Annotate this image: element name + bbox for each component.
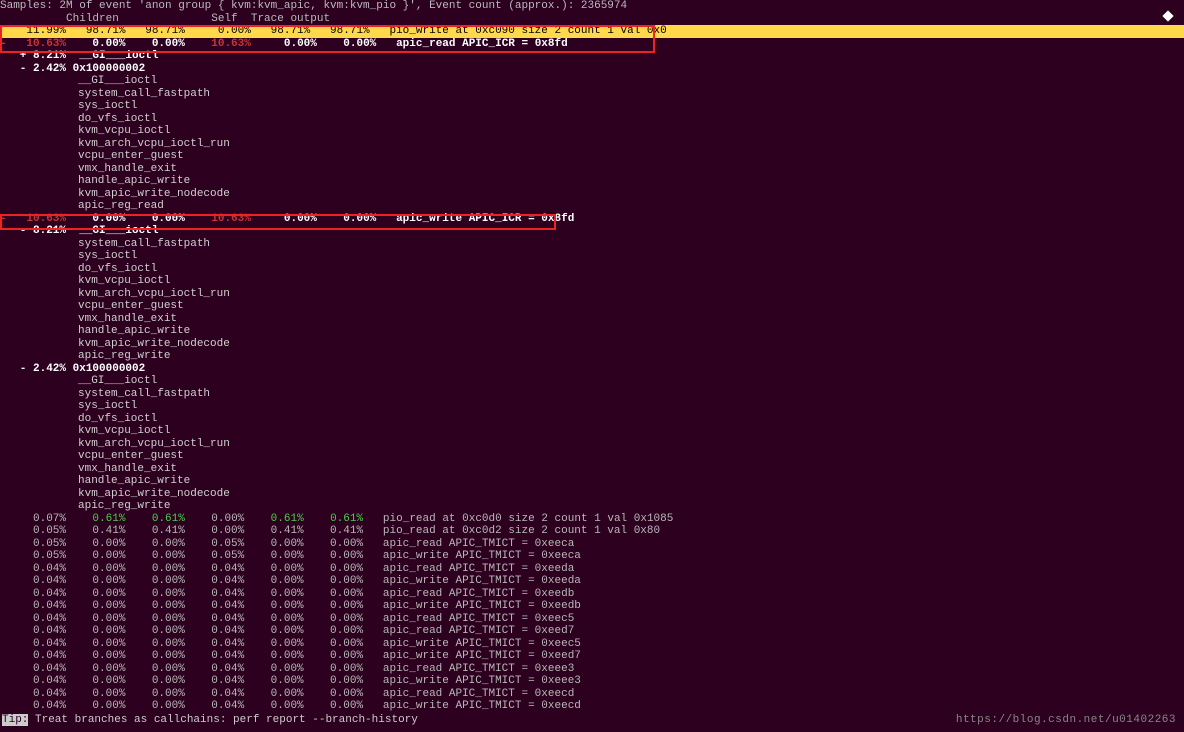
table-row[interactable]: 0.04% 0.00% 0.00% 0.04% 0.00% 0.00% apic…: [0, 675, 1184, 688]
header-samples: Samples: 2M of event 'anon group { kvm:k…: [0, 0, 1184, 13]
callchain-item[interactable]: do_vfs_ioctl: [0, 413, 1184, 426]
table-row[interactable]: 0.05% 0.00% 0.00% 0.05% 0.00% 0.00% apic…: [0, 538, 1184, 551]
callchain-item[interactable]: apic_reg_write: [0, 500, 1184, 513]
watermark: https://blog.csdn.net/u01402263: [956, 714, 1176, 726]
table-row[interactable]: 0.05% 0.41% 0.41% 0.00% 0.41% 0.41% pio_…: [0, 525, 1184, 538]
callchain-item[interactable]: vcpu_enter_guest: [0, 150, 1184, 163]
callchain-item[interactable]: vmx_handle_exit: [0, 313, 1184, 326]
row-gi-ioctl-2[interactable]: - 8.21% __GI___ioctl: [0, 225, 1184, 238]
callchain-item[interactable]: kvm_apic_write_nodecode: [0, 188, 1184, 201]
callchain-item[interactable]: kvm_apic_write_nodecode: [0, 488, 1184, 501]
table-row[interactable]: 0.04% 0.00% 0.00% 0.04% 0.00% 0.00% apic…: [0, 588, 1184, 601]
row-gi-ioctl-1[interactable]: + 8.21% __GI___ioctl: [0, 50, 1184, 63]
table-row[interactable]: 0.04% 0.00% 0.00% 0.04% 0.00% 0.00% apic…: [0, 650, 1184, 663]
tip-text: Treat branches as callchains: perf repor…: [28, 714, 417, 726]
header-columns: Children Self Trace output: [0, 13, 1184, 26]
perf-report-screen[interactable]: Samples: 2M of event 'anon group { kvm:k…: [0, 0, 1184, 732]
callchain-item[interactable]: kvm_apic_write_nodecode: [0, 338, 1184, 351]
callchain-item[interactable]: __GI___ioctl: [0, 75, 1184, 88]
callchain-item[interactable]: handle_apic_write: [0, 325, 1184, 338]
callchain-item[interactable]: handle_apic_write: [0, 175, 1184, 188]
table-row[interactable]: 0.04% 0.00% 0.00% 0.04% 0.00% 0.00% apic…: [0, 663, 1184, 676]
table-row[interactable]: 0.07% 0.61% 0.61% 0.00% 0.61% 0.61% pio_…: [0, 513, 1184, 526]
callchain-item[interactable]: vmx_handle_exit: [0, 463, 1184, 476]
row-hex-1[interactable]: - 2.42% 0x100000002: [0, 63, 1184, 76]
callchain-item[interactable]: vmx_handle_exit: [0, 163, 1184, 176]
callchain-item[interactable]: kvm_arch_vcpu_ioctl_run: [0, 288, 1184, 301]
row-apic-write[interactable]: - 10.63% 0.00% 0.00% 10.63% 0.00% 0.00% …: [0, 213, 1184, 226]
row-hex-2[interactable]: - 2.42% 0x100000002: [0, 363, 1184, 376]
callchain-item[interactable]: kvm_arch_vcpu_ioctl_run: [0, 138, 1184, 151]
callchain-item[interactable]: sys_ioctl: [0, 100, 1184, 113]
callchain-item[interactable]: do_vfs_ioctl: [0, 263, 1184, 276]
callchain-item[interactable]: do_vfs_ioctl: [0, 113, 1184, 126]
callchain-item[interactable]: handle_apic_write: [0, 475, 1184, 488]
callchain-item[interactable]: kvm_arch_vcpu_ioctl_run: [0, 438, 1184, 451]
callchain-item[interactable]: apic_reg_read: [0, 200, 1184, 213]
table-row[interactable]: 0.04% 0.00% 0.00% 0.04% 0.00% 0.00% apic…: [0, 700, 1184, 713]
row-apic-read[interactable]: - 10.63% 0.00% 0.00% 10.63% 0.00% 0.00% …: [0, 38, 1184, 51]
callchain-item[interactable]: vcpu_enter_guest: [0, 450, 1184, 463]
callchain-item[interactable]: sys_ioctl: [0, 400, 1184, 413]
table-row[interactable]: 0.04% 0.00% 0.00% 0.04% 0.00% 0.00% apic…: [0, 638, 1184, 651]
table-row[interactable]: 0.05% 0.00% 0.00% 0.05% 0.00% 0.00% apic…: [0, 550, 1184, 563]
callchain-item[interactable]: vcpu_enter_guest: [0, 300, 1184, 313]
table-row[interactable]: 0.04% 0.00% 0.00% 0.04% 0.00% 0.00% apic…: [0, 613, 1184, 626]
table-row[interactable]: 0.04% 0.00% 0.00% 0.04% 0.00% 0.00% apic…: [0, 600, 1184, 613]
callchain-item[interactable]: __GI___ioctl: [0, 375, 1184, 388]
row-selected[interactable]: 11.99% 98.71% 98.71% 0.00% 98.71% 98.71%…: [0, 25, 1184, 38]
callchain-item[interactable]: system_call_fastpath: [0, 238, 1184, 251]
table-row[interactable]: 0.04% 0.00% 0.00% 0.04% 0.00% 0.00% apic…: [0, 688, 1184, 701]
table-row[interactable]: 0.04% 0.00% 0.00% 0.04% 0.00% 0.00% apic…: [0, 625, 1184, 638]
callchain-item[interactable]: sys_ioctl: [0, 250, 1184, 263]
callchain-item[interactable]: kvm_vcpu_ioctl: [0, 275, 1184, 288]
callchain-item[interactable]: kvm_vcpu_ioctl: [0, 425, 1184, 438]
table-row[interactable]: 0.04% 0.00% 0.00% 0.04% 0.00% 0.00% apic…: [0, 563, 1184, 576]
tip-label: Tip:: [2, 714, 28, 726]
callchain-item[interactable]: system_call_fastpath: [0, 388, 1184, 401]
callchain-item[interactable]: apic_reg_write: [0, 350, 1184, 363]
callchain-item[interactable]: system_call_fastpath: [0, 88, 1184, 101]
table-row[interactable]: 0.04% 0.00% 0.00% 0.04% 0.00% 0.00% apic…: [0, 575, 1184, 588]
callchain-item[interactable]: kvm_vcpu_ioctl: [0, 125, 1184, 138]
